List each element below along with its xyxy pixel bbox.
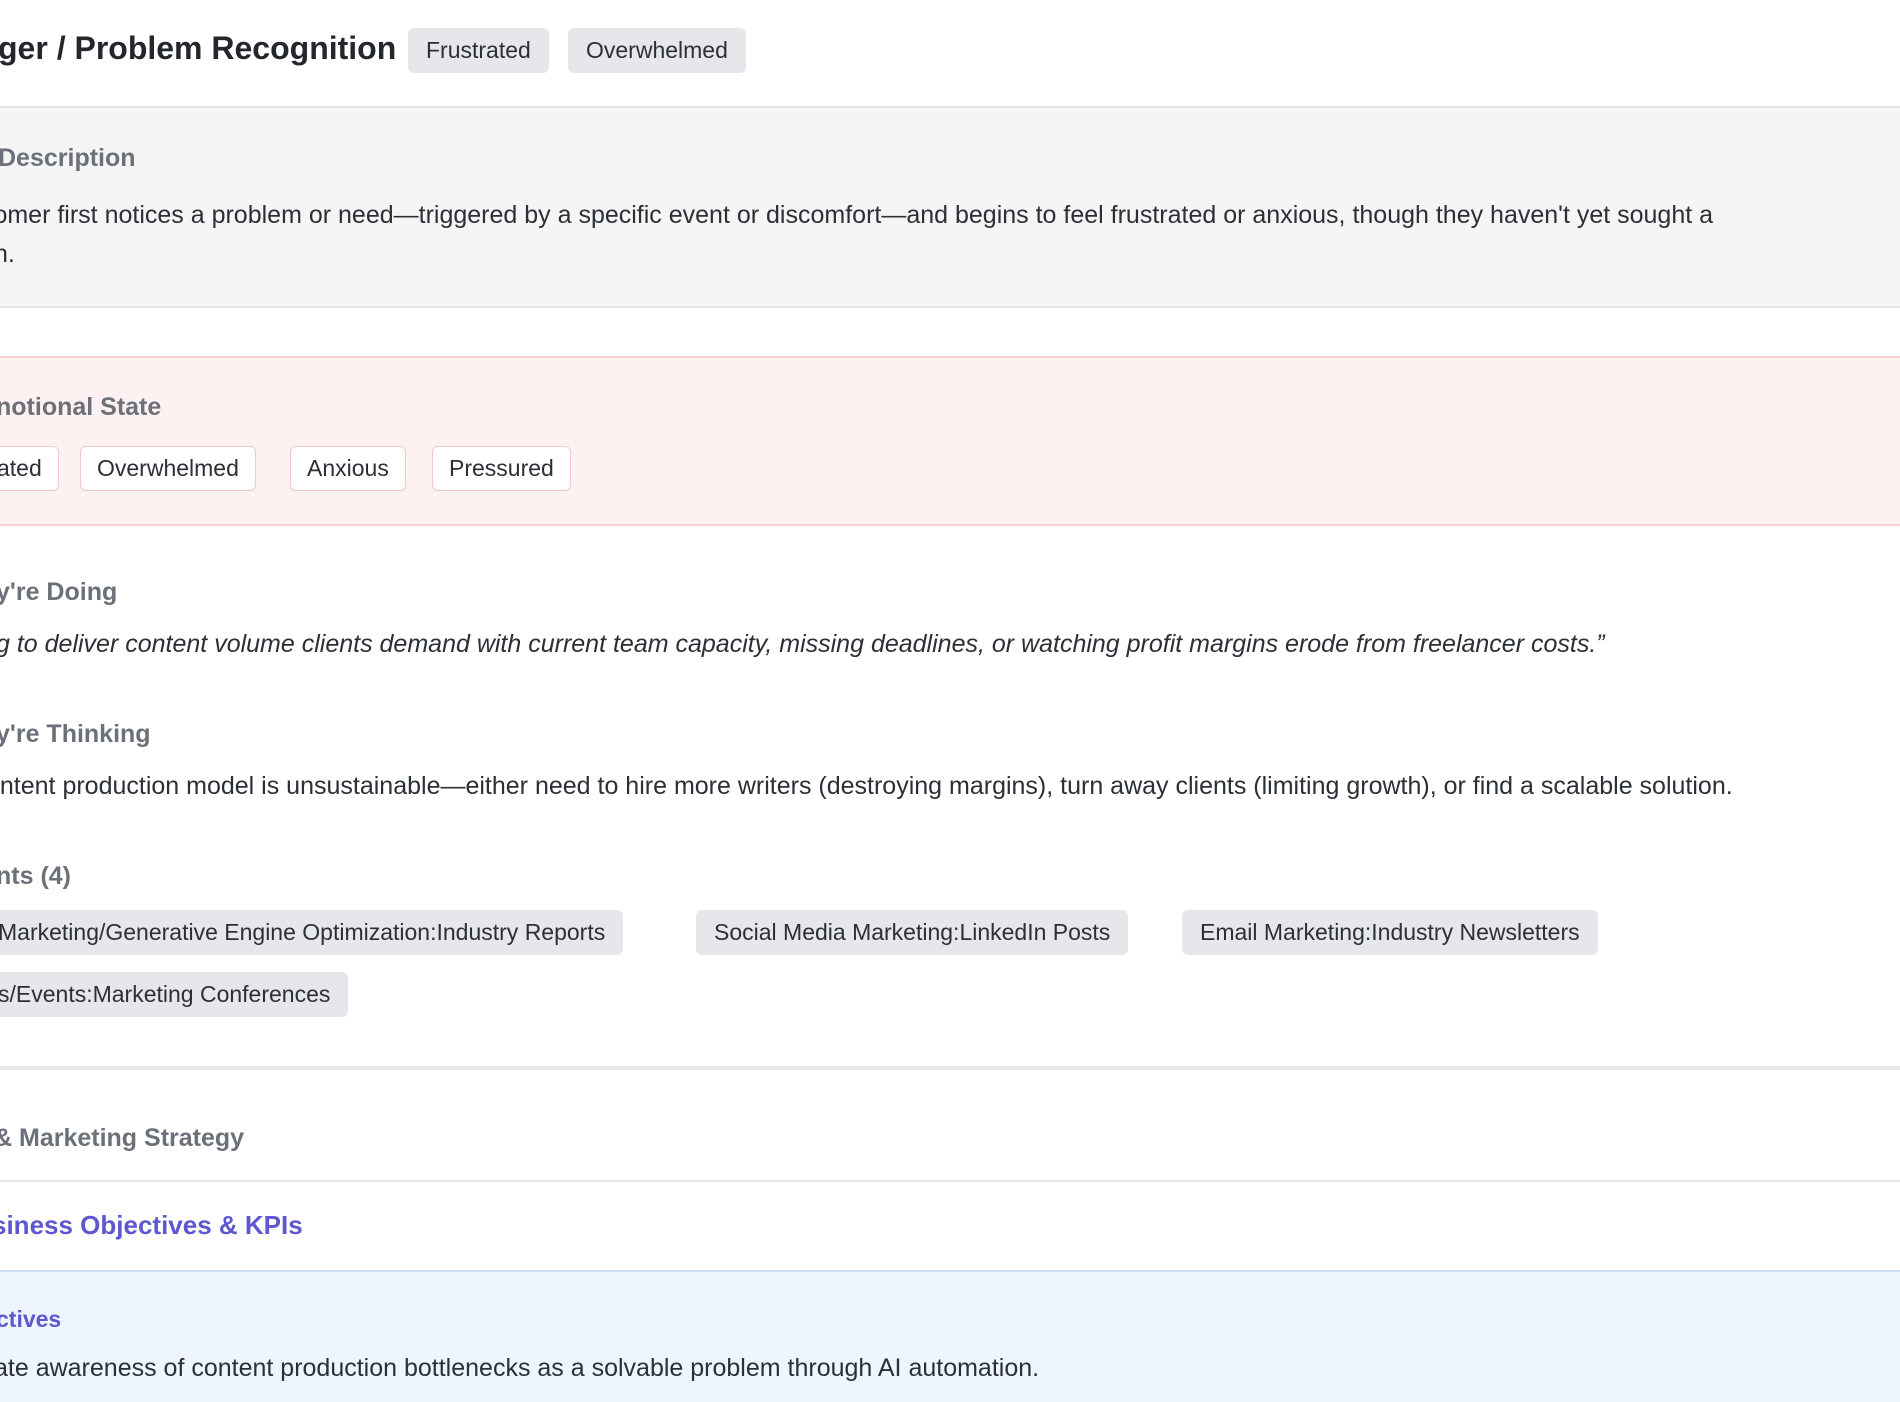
- business-objectives-link[interactable]: siness Objectives & KPIs: [0, 1210, 303, 1241]
- description-line-1: stomer first notices a problem or need—t…: [0, 201, 1714, 229]
- emotion-tag-pressured: Pressured: [432, 446, 571, 491]
- touchpoints-label: nts (4): [0, 862, 71, 890]
- emotion-chip-overwhelmed: Overwhelmed: [568, 28, 746, 73]
- touchpoint-chip[interactable]: Social Media Marketing:LinkedIn Posts: [696, 910, 1129, 955]
- objectives-text: ate awareness of content production bott…: [0, 1354, 1040, 1382]
- thinking-text: ontent production model is unsustainable…: [0, 772, 1733, 800]
- strategy-label: & Marketing Strategy: [0, 1124, 245, 1152]
- thinking-label: y're Thinking: [0, 720, 151, 748]
- emotional-state-label: notional State: [0, 393, 162, 421]
- touchpoint-chip[interactable]: s/Events:Marketing Conferences: [0, 972, 349, 1017]
- emotional-state-panel: [0, 356, 1900, 526]
- objectives-label: ctives: [0, 1306, 62, 1332]
- touchpoint-chip[interactable]: Email Marketing:Industry Newsletters: [1182, 910, 1598, 955]
- touchpoint-chip[interactable]: Marketing/Generative Engine Optimization…: [0, 910, 624, 955]
- stage-title: ger / Problem Recognition: [0, 30, 397, 66]
- description-text: stomer first notices a problem or need—t…: [0, 196, 1900, 274]
- strategy-divider: [0, 1180, 1900, 1182]
- description-label: Description: [0, 144, 136, 172]
- doing-label: y're Doing: [0, 578, 118, 606]
- emotion-tag-frustrated: ated: [0, 446, 59, 491]
- emotion-tag-anxious: Anxious: [290, 446, 406, 491]
- description-line-2: n.: [0, 240, 15, 268]
- doing-quote: g to deliver content volume clients dema…: [0, 630, 1605, 658]
- emotion-tag-overwhelmed: Overwhelmed: [80, 446, 256, 491]
- section-divider: [0, 1066, 1900, 1070]
- emotion-chip-frustrated: Frustrated: [408, 28, 549, 73]
